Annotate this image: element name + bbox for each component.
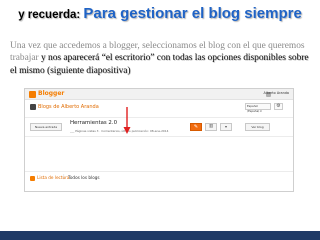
- blog-list-icon: [30, 104, 36, 110]
- slide-title-main: Para gestionar el blog siempre: [83, 5, 302, 22]
- user-name[interactable]: Alberto Aranda: [263, 91, 289, 95]
- edit-posts-icon[interactable]: ✎: [190, 123, 202, 131]
- settings-gear-icon[interactable]: ⚙: [274, 103, 283, 110]
- arrow-head: [123, 127, 131, 134]
- slide-bottom-bar: [0, 231, 320, 240]
- body-emphasis-text: y nos aparecerá “el escritorio” con toda…: [10, 53, 309, 76]
- blogger-dashboard-screenshot: Blogger Alberto Aranda Blogs de Alberto …: [24, 88, 294, 192]
- blogger-logo-icon[interactable]: [29, 91, 36, 98]
- reading-separator: |: [63, 174, 65, 180]
- slide-title-prefix: y recuerda:: [18, 9, 84, 21]
- slide-body-text: Una vez que accedemos a blogger, selecci…: [10, 40, 310, 77]
- language-select[interactable]: Español (España) ▾: [245, 103, 271, 113]
- blog-row: Nueva entrada Herramientas 2.0 ___ Págin…: [25, 117, 293, 137]
- blog-header-bar: Blogs de Alberto Aranda Español (España)…: [25, 101, 293, 114]
- page-views-label: ___ Páginas vistas: [70, 129, 96, 133]
- slide-title: y recuerda: Para gestionar el blog siemp…: [0, 5, 320, 23]
- view-blog-button[interactable]: Ver blog: [245, 123, 270, 131]
- new-post-button[interactable]: Nueva entrada: [30, 123, 62, 131]
- reading-list-bar: Lista de lectura | Todos los blogs: [25, 171, 293, 184]
- blog-meta: ___ Páginas vistas 3 · Comentarios, últi…: [70, 129, 169, 133]
- comments-link[interactable]: Comentarios: [101, 129, 119, 133]
- blog-name[interactable]: Herramientas 2.0: [70, 120, 117, 126]
- slide: y recuerda: Para gestionar el blog siemp…: [0, 0, 320, 240]
- reading-list-icon: [30, 176, 35, 181]
- blogger-topbar: Blogger Alberto Aranda: [25, 89, 293, 100]
- blogger-brand-label[interactable]: Blogger: [38, 90, 64, 97]
- all-blogs-link[interactable]: Todos los blogs: [68, 175, 100, 180]
- stats-icon[interactable]: ▥: [205, 123, 217, 131]
- blog-title[interactable]: Blogs de Alberto Aranda: [38, 104, 99, 110]
- more-options-chevron-down-icon[interactable]: ▾: [220, 123, 232, 131]
- red-arrow-down-icon: [123, 107, 131, 134]
